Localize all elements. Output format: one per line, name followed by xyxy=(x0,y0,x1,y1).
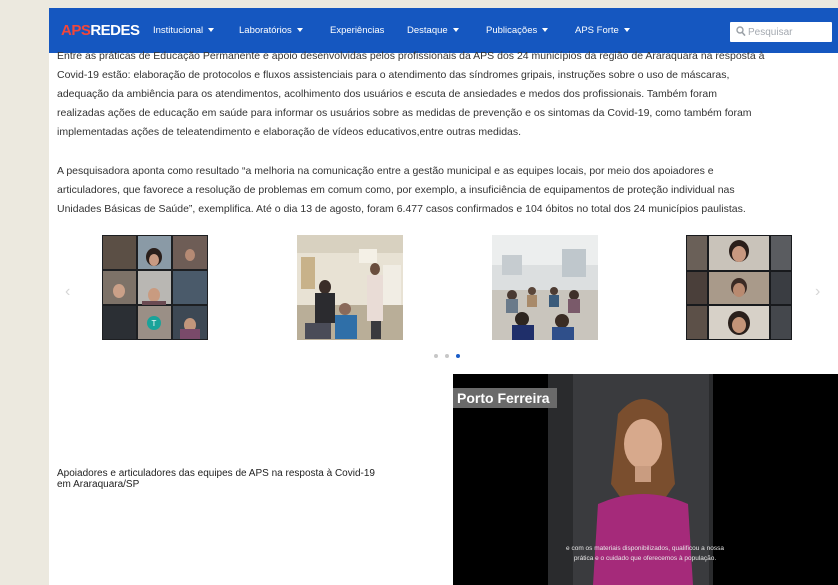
page: APSREDES Institucional Laboratórios Expe… xyxy=(49,8,838,585)
video-subtitle-line: e com os materiais disponibilizados, qua… xyxy=(566,545,724,552)
article-paragraph-1: Entre as práticas de Educação Permanente… xyxy=(57,47,764,142)
embedded-video-player[interactable]: Porto Ferreira e com os materiais dispon… xyxy=(453,374,838,585)
search-box[interactable] xyxy=(730,22,832,42)
logo-redes-text: REDES xyxy=(90,22,140,39)
nav-item-institucional[interactable]: Institucional xyxy=(153,25,215,36)
participant-avatar-letter: T xyxy=(152,319,157,328)
caption-line: Apoiadores e articuladores das equipes d… xyxy=(57,468,375,479)
site-logo[interactable]: APSREDES xyxy=(61,22,140,39)
carousel-photo-health-unit[interactable] xyxy=(297,235,403,340)
caption-line: em Araraquara/SP xyxy=(57,479,140,490)
nav-item-aps-forte[interactable]: APS Forte xyxy=(575,25,630,36)
carousel-dot-3-active[interactable] xyxy=(456,354,460,358)
nav-item-destaque[interactable]: Destaque xyxy=(407,25,459,36)
carousel-dot-2[interactable] xyxy=(445,354,449,358)
paragraph-line: articuladores, que favorece a resolução … xyxy=(57,184,735,196)
carousel-dot-1[interactable] xyxy=(434,354,438,358)
paragraph-line: realizadas ações de educação em saúde pa… xyxy=(57,107,752,119)
nav-label: Experiências xyxy=(330,25,385,36)
carousel-dots xyxy=(434,345,467,363)
caret-down-icon xyxy=(452,28,459,32)
nav-item-experiencias[interactable]: Experiências xyxy=(330,25,384,36)
nav-item-laboratorios[interactable]: Laboratórios xyxy=(239,25,303,36)
paragraph-line: Covid-19 estão: elaboração de protocolos… xyxy=(57,69,730,81)
search-input[interactable] xyxy=(748,22,830,42)
video-caption: Apoiadores e articuladores das equipes d… xyxy=(57,468,375,490)
caret-down-icon xyxy=(542,28,549,32)
carousel-photo-video-call[interactable]: T xyxy=(102,235,208,340)
nav-label: APS Forte xyxy=(575,25,619,36)
nav-label: Destaque xyxy=(407,25,448,36)
paragraph-line: implementadas ações de teleatendimento e… xyxy=(57,126,522,138)
nav-label: Laboratórios xyxy=(239,25,292,36)
paragraph-line: Entre as práticas de Educação Permanente… xyxy=(57,50,765,62)
carousel-next-arrow[interactable]: › xyxy=(815,283,820,301)
caret-down-icon xyxy=(208,28,215,32)
caret-down-icon xyxy=(296,28,303,32)
nav-label: Institucional xyxy=(153,25,204,36)
search-icon xyxy=(736,26,746,37)
carousel-prev-arrow[interactable]: ‹ xyxy=(65,283,70,301)
video-title-overlay: Porto Ferreira xyxy=(457,390,550,406)
nav-label: Publicações xyxy=(486,25,538,36)
nav-item-publicacoes[interactable]: Publicações xyxy=(486,25,549,36)
paragraph-line: A pesquisadora aponta como resultado “a … xyxy=(57,165,714,177)
article-paragraph-2: A pesquisadora aponta como resultado “a … xyxy=(57,162,746,219)
caret-down-icon xyxy=(623,28,630,32)
logo-aps-text: APS xyxy=(61,22,91,39)
carousel-photo-video-call-2[interactable] xyxy=(686,235,792,340)
paragraph-line: adequação da ambiência para os atendimen… xyxy=(57,88,717,100)
paragraph-line: Unidades Básicas de Saúde”, exemplifica.… xyxy=(57,203,746,215)
video-subtitle-line: prática e o cuidado que oferecemos à pop… xyxy=(574,555,717,562)
carousel-photo-meeting-room[interactable] xyxy=(492,235,598,340)
